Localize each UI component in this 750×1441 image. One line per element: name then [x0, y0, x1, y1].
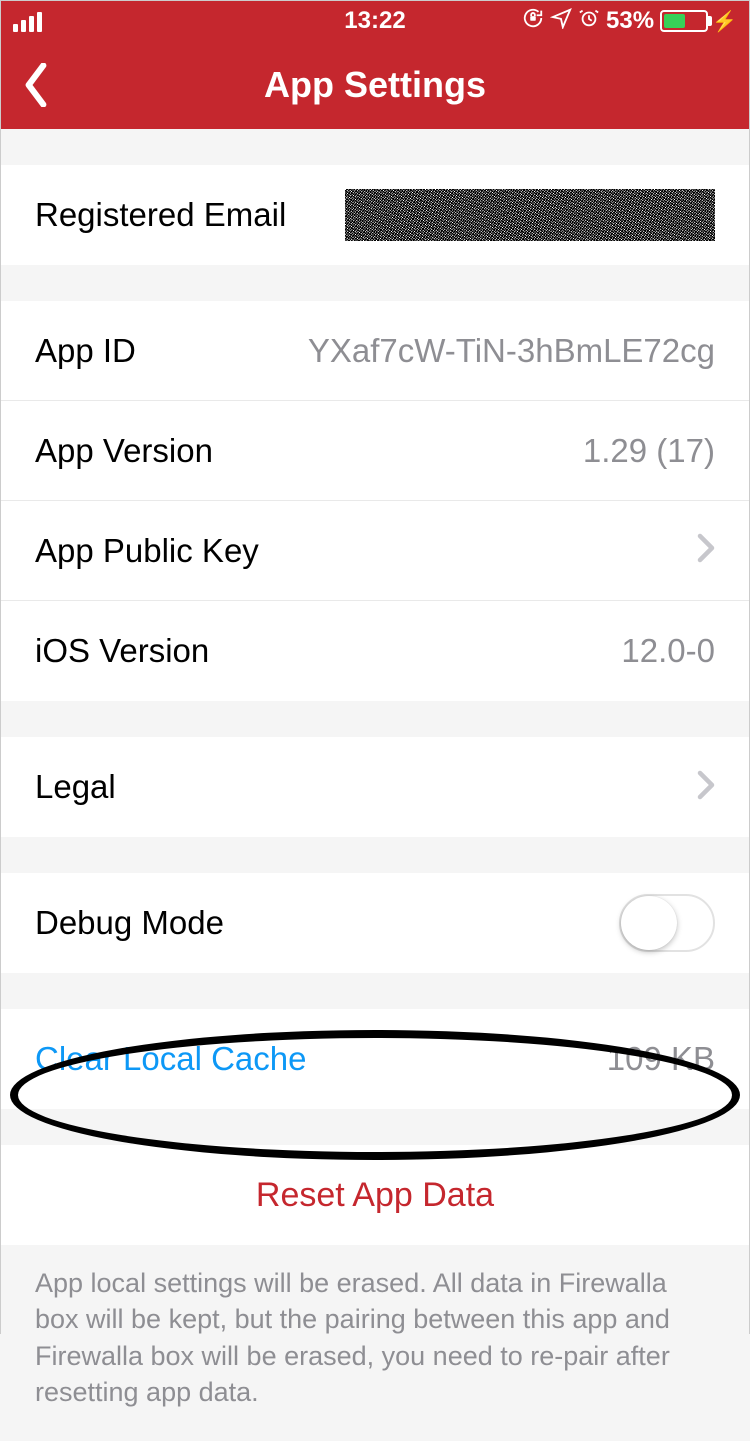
- alarm-icon: [578, 7, 600, 36]
- row-registered-email[interactable]: Registered Email: [1, 165, 749, 265]
- row-app-id: App ID YXaf7cW-TiN-3hBmLE72cg: [1, 301, 749, 401]
- content: Registered Email App ID YXaf7cW-TiN-3hBm…: [1, 165, 749, 1441]
- label-app-version: App Version: [35, 432, 213, 470]
- location-icon: [550, 7, 572, 36]
- page-title: App Settings: [264, 64, 486, 106]
- nav-bar: App Settings: [1, 41, 749, 129]
- row-app-public-key[interactable]: App Public Key: [1, 501, 749, 601]
- group-legal: Legal: [1, 737, 749, 837]
- value-registered-email-redacted: [345, 189, 715, 241]
- row-clear-cache[interactable]: Clear Local Cache 109 KB: [1, 1009, 749, 1109]
- toggle-debug-mode[interactable]: [619, 894, 715, 952]
- status-bar: 13:22 53% ⚡: [1, 1, 749, 41]
- value-clear-cache: 109 KB: [607, 1040, 715, 1078]
- toggle-knob: [621, 896, 677, 950]
- group-app-info: App ID YXaf7cW-TiN-3hBmLE72cg App Versio…: [1, 301, 749, 701]
- footer-text: App local settings will be erased. All d…: [1, 1245, 749, 1441]
- row-debug-mode: Debug Mode: [1, 873, 749, 973]
- value-app-version: 1.29 (17): [583, 432, 715, 470]
- signal-icon: [13, 10, 42, 32]
- label-clear-cache: Clear Local Cache: [35, 1040, 306, 1078]
- label-legal: Legal: [35, 768, 116, 806]
- row-app-version: App Version 1.29 (17): [1, 401, 749, 501]
- group-email: Registered Email: [1, 165, 749, 265]
- row-legal[interactable]: Legal: [1, 737, 749, 837]
- chevron-right-icon: [697, 770, 715, 805]
- label-reset: Reset App Data: [256, 1176, 494, 1215]
- row-ios-version: iOS Version 12.0-0: [1, 601, 749, 701]
- battery-percent: 53%: [606, 7, 654, 35]
- label-app-public-key: App Public Key: [35, 532, 259, 570]
- group-reset: Reset App Data: [1, 1145, 749, 1245]
- label-registered-email: Registered Email: [35, 196, 286, 234]
- reset-app-data-button[interactable]: Reset App Data: [1, 1145, 749, 1245]
- group-clear-cache: Clear Local Cache 109 KB: [1, 1009, 749, 1109]
- label-ios-version: iOS Version: [35, 632, 209, 670]
- value-app-id: YXaf7cW-TiN-3hBmLE72cg: [308, 332, 715, 370]
- group-debug: Debug Mode: [1, 873, 749, 973]
- label-debug-mode: Debug Mode: [35, 904, 224, 942]
- back-button[interactable]: [1, 41, 71, 129]
- chevron-left-icon: [22, 63, 50, 107]
- label-app-id: App ID: [35, 332, 136, 370]
- status-time: 13:22: [344, 7, 405, 35]
- chevron-right-icon: [697, 533, 715, 568]
- value-ios-version: 12.0-0: [621, 632, 715, 670]
- battery-icon: ⚡: [660, 9, 737, 34]
- orientation-lock-icon: [522, 7, 544, 36]
